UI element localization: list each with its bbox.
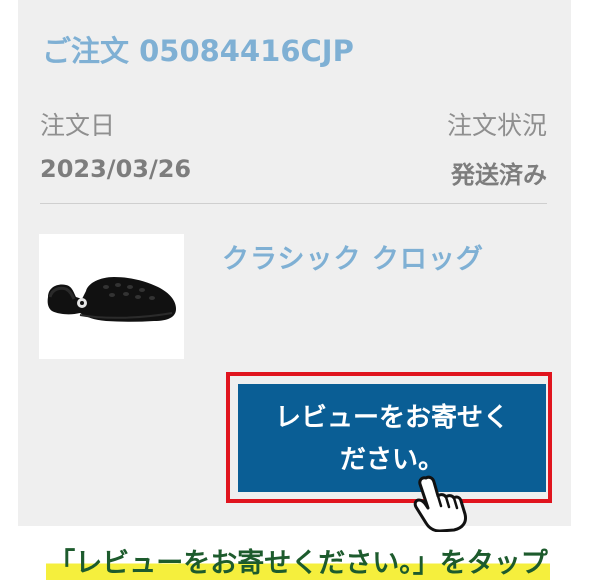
product-thumbnail[interactable] xyxy=(39,234,184,359)
product-name-link[interactable]: クラシック クロッグ xyxy=(222,237,484,276)
order-status-value: 発送済み xyxy=(451,161,547,189)
order-date-value: 2023/03/26 xyxy=(40,155,192,183)
write-review-button-label: レビューをお寄せください。 xyxy=(274,402,509,474)
pointing-hand-icon xyxy=(413,475,467,532)
instruction-caption-text: 「レビューをお寄せください。」をタップ xyxy=(46,540,550,580)
order-title: ご注文 05084416CJP xyxy=(42,34,354,68)
divider xyxy=(40,203,547,204)
clog-shoe-icon xyxy=(47,276,176,322)
write-review-button[interactable]: レビューをお寄せください。 xyxy=(238,384,546,492)
instruction-caption: 「レビューをお寄せください。」をタップ xyxy=(0,538,596,582)
order-status-label: 注文状況 xyxy=(446,111,547,140)
order-date-label: 注文日 xyxy=(40,111,116,140)
